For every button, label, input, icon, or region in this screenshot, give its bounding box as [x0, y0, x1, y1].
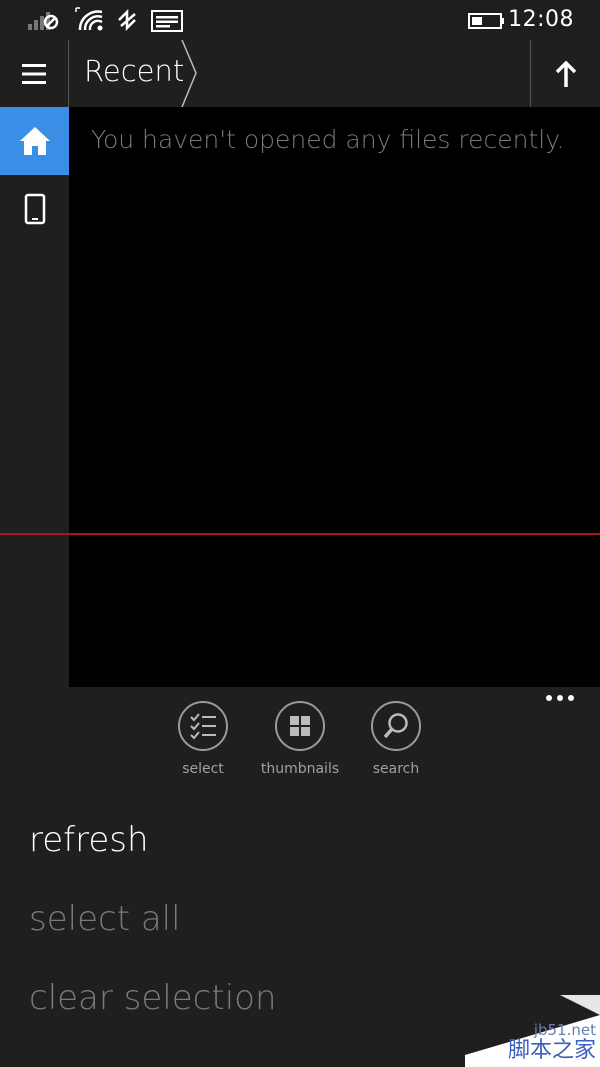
arrow-up-icon [555, 60, 576, 87]
chevron-right-icon [181, 40, 197, 107]
thumbnails-icon [290, 716, 310, 736]
select-label: select [182, 761, 224, 777]
divider-line [0, 533, 600, 535]
bluetooth-icon [118, 8, 136, 32]
file-list-pane: You haven't opened any files recently. [69, 107, 600, 687]
thumbnails-button[interactable]: thumbnails [252, 701, 348, 777]
empty-state-message: You haven't opened any files recently. [91, 125, 565, 154]
menu-item-select-all[interactable]: select all [29, 899, 181, 939]
thumbnails-label: thumbnails [260, 761, 340, 777]
watermark: jb51.net 脚本之家 [465, 995, 600, 1067]
header-bar: Recent [0, 40, 600, 107]
battery-icon [468, 13, 504, 29]
up-button[interactable] [530, 40, 600, 107]
sidebar [0, 107, 69, 687]
clock-time: 12:08 [508, 7, 574, 32]
search-icon [383, 713, 408, 739]
menu-item-refresh[interactable]: refresh [29, 820, 149, 860]
signal-icon [28, 12, 59, 30]
select-icon [190, 713, 216, 740]
status-bar: 12:08 [0, 0, 600, 40]
sidebar-item-phone[interactable] [0, 175, 69, 243]
sidebar-item-home[interactable] [0, 107, 69, 175]
menu-button[interactable] [0, 40, 69, 107]
phone-icon [24, 193, 45, 225]
more-options-button[interactable] [546, 695, 574, 701]
search-label: search [372, 761, 420, 777]
search-button[interactable]: search [348, 701, 444, 777]
notification-icon [151, 10, 183, 32]
menu-item-clear-selection[interactable]: clear selection [29, 978, 277, 1018]
wifi-icon [75, 7, 103, 31]
select-button[interactable]: select [155, 701, 251, 777]
watermark-text: 脚本之家 [507, 1038, 596, 1063]
home-icon [19, 127, 50, 155]
hamburger-icon [22, 63, 46, 84]
breadcrumb-recent[interactable]: Recent [84, 54, 184, 88]
